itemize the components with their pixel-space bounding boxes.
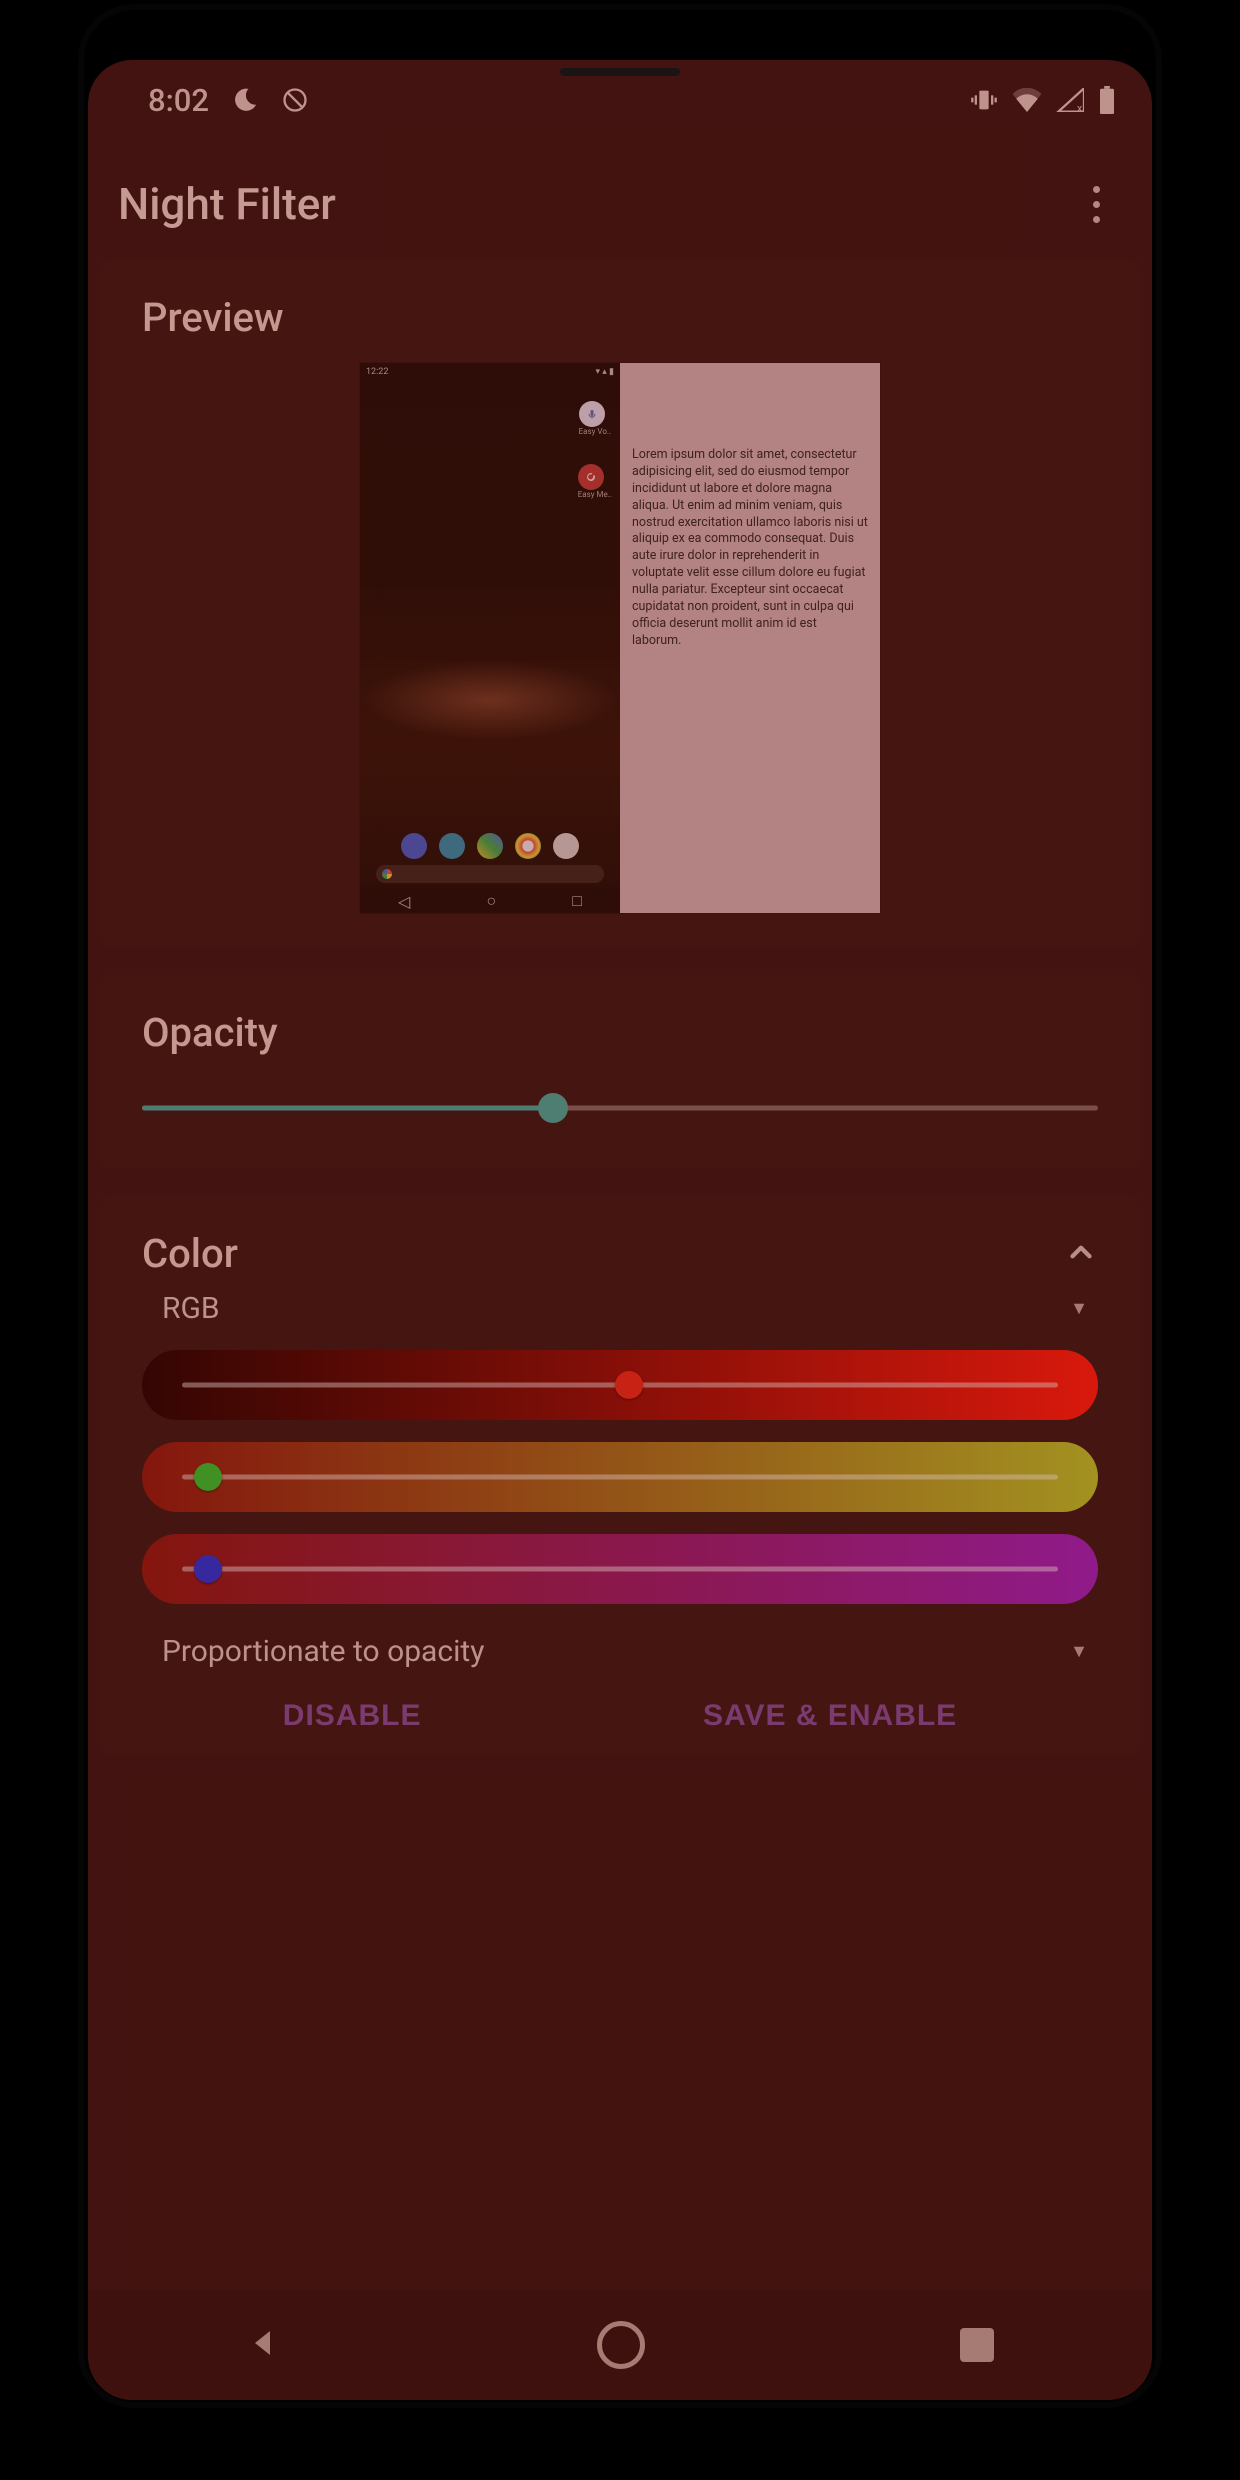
- cell-no-signal-icon: x: [1056, 88, 1084, 112]
- dropdown-triangle-icon: ▼: [1070, 1641, 1088, 1662]
- preview-lorem-text: Lorem ipsum dolor sit amet, consectetur …: [620, 363, 880, 913]
- no-autorotate-icon: [281, 86, 309, 114]
- status-time: 8:02: [148, 82, 209, 119]
- opacity-card: Opacity: [100, 975, 1140, 1168]
- page-title: Night Filter: [118, 178, 336, 230]
- wifi-icon: [1012, 88, 1042, 112]
- action-bar: DISABLE SAVE & ENABLE: [142, 1683, 1098, 1737]
- battery-icon: [1098, 86, 1116, 114]
- color-mode-dropdown[interactable]: RGB ▼: [142, 1277, 1098, 1340]
- preview-dock: [360, 833, 620, 859]
- app-bar: Night Filter: [88, 156, 1152, 252]
- nav-back-button[interactable]: [246, 2325, 282, 2365]
- status-bar: 8:02 x: [88, 60, 1152, 140]
- save-enable-button[interactable]: SAVE & ENABLE: [703, 1699, 957, 1733]
- color-behavior-value: Proportionate to opacity: [162, 1634, 484, 1669]
- system-nav-bar: [88, 2290, 1152, 2400]
- opacity-slider[interactable]: [142, 1082, 1098, 1134]
- preview-app-bubble-1: [579, 401, 605, 427]
- red-slider[interactable]: [142, 1350, 1098, 1420]
- collapse-color-button[interactable]: [1064, 1235, 1098, 1273]
- nav-home-button[interactable]: [597, 2321, 645, 2369]
- preview-phone-status-icons: ▾ ▴ ▮: [596, 367, 614, 377]
- svg-text:x: x: [1077, 102, 1082, 112]
- vibrate-icon: [970, 86, 998, 114]
- preview-app-label-2: Easy Me..: [578, 490, 612, 499]
- blue-slider[interactable]: [142, 1534, 1098, 1604]
- preview-app-label-1: Easy Vo..: [579, 427, 612, 436]
- preview-phone-time: 12:22: [366, 367, 388, 377]
- nav-recent-button[interactable]: [960, 2328, 994, 2362]
- overflow-menu-button[interactable]: [1078, 186, 1114, 223]
- color-heading: Color: [142, 1230, 238, 1277]
- moon-dnd-icon: [231, 86, 259, 114]
- disable-button[interactable]: DISABLE: [283, 1699, 422, 1733]
- green-slider[interactable]: [142, 1442, 1098, 1512]
- opacity-heading: Opacity: [142, 1009, 1098, 1056]
- color-mode-value: RGB: [162, 1291, 220, 1326]
- preview-nav-strip: ◁○□: [360, 889, 620, 913]
- preview-search-bar: [376, 865, 604, 883]
- preview-card: Preview 12:22 ▾ ▴ ▮ Ea: [100, 260, 1140, 947]
- preview-heading: Preview: [142, 294, 1098, 341]
- preview-app-bubble-2: [578, 464, 604, 490]
- color-card: Color RGB ▼ Pro: [100, 1196, 1140, 1755]
- color-behavior-dropdown[interactable]: Proportionate to opacity ▼: [142, 1620, 1098, 1683]
- preview-image: 12:22 ▾ ▴ ▮ Easy Vo..: [360, 363, 880, 913]
- dropdown-triangle-icon: ▼: [1070, 1298, 1088, 1319]
